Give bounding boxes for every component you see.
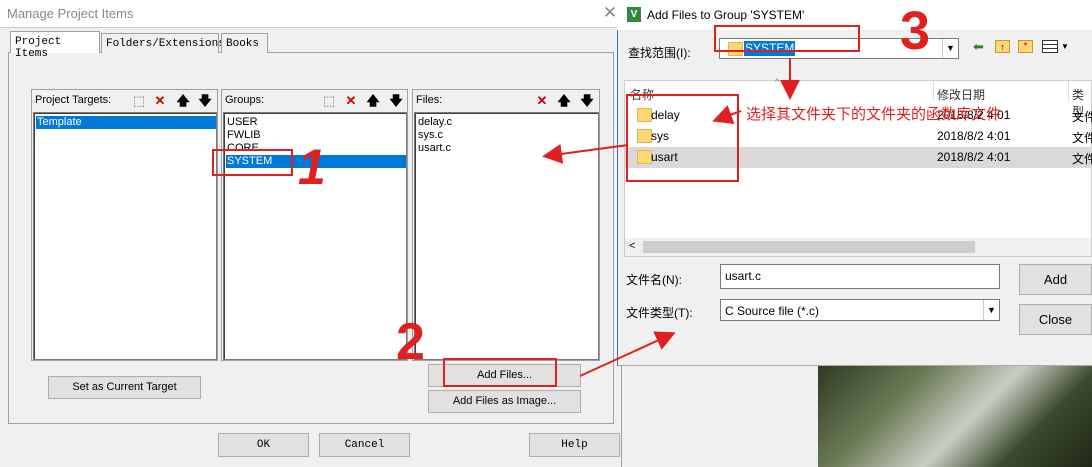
arrow-to-folders xyxy=(712,105,742,124)
arrow-to-add-dialog xyxy=(579,331,676,377)
annotation-arrows xyxy=(542,58,800,377)
arrow-to-files-list xyxy=(542,143,629,164)
